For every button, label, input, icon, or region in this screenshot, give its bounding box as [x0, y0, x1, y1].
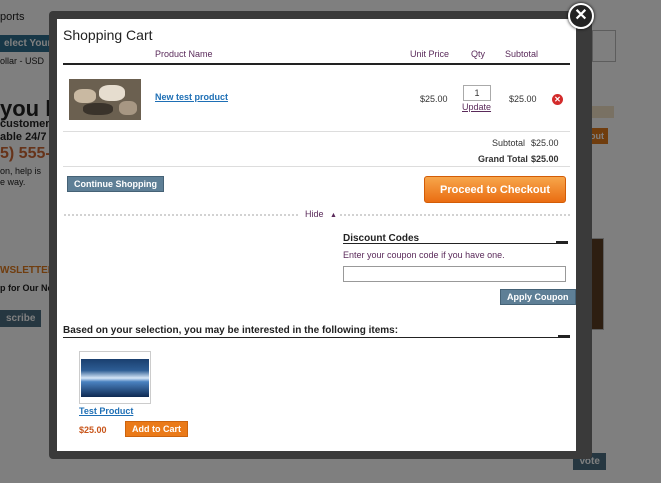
discount-divider-tab	[556, 241, 568, 244]
add-to-cart-button[interactable]: Add to Cart	[125, 421, 188, 437]
upsell-item-name-link[interactable]: Test Product	[79, 406, 133, 416]
upsell-item-price: $25.00	[79, 425, 107, 435]
col-subtotal: Subtotal	[505, 49, 539, 59]
item-divider	[63, 131, 570, 132]
cart-item-subtotal: $25.00	[509, 94, 537, 104]
dotted-divider-right	[339, 213, 570, 217]
subtotal-value: $25.00	[531, 138, 559, 148]
proceed-to-checkout-button[interactable]: Proceed to Checkout	[424, 176, 566, 203]
upsell-item-thumbnail[interactable]	[79, 351, 151, 404]
shopping-cart-modal: Shopping Cart Product Name Unit Price Qt…	[57, 19, 576, 451]
hide-label: Hide	[305, 209, 324, 219]
col-qty: Qty	[471, 49, 486, 59]
discount-instruction: Enter your coupon code if you have one.	[343, 250, 505, 260]
cart-title: Shopping Cart	[63, 27, 153, 43]
subtotal-label: Subtotal	[492, 138, 526, 148]
cart-item-name-link[interactable]: New test product	[155, 92, 228, 102]
cart-item-thumbnail[interactable]	[69, 79, 141, 120]
upsell-title: Based on your selection, you may be inte…	[63, 325, 399, 336]
grand-total-label: Grand Total	[478, 154, 528, 164]
grand-total-value: $25.00	[531, 154, 559, 164]
coupon-code-input[interactable]	[343, 266, 566, 282]
continue-shopping-button[interactable]: Continue Shopping	[67, 176, 164, 192]
remove-item-icon[interactable]: ✕	[552, 94, 563, 105]
upsell-divider-tab	[558, 335, 570, 338]
totals-divider	[63, 166, 570, 167]
header-divider	[63, 63, 570, 65]
hide-toggle[interactable]: Hide ▲	[305, 209, 337, 219]
dotted-divider-left	[63, 213, 299, 217]
cart-item-update-link[interactable]: Update	[462, 102, 491, 112]
apply-coupon-button[interactable]: Apply Coupon	[500, 289, 576, 305]
upsell-divider	[63, 337, 570, 338]
col-product-name: Product Name	[155, 49, 213, 59]
cart-item-qty-input[interactable]: 1	[463, 85, 491, 101]
discount-divider	[343, 243, 567, 244]
close-icon[interactable]: ✕	[568, 3, 594, 29]
caret-up-icon: ▲	[330, 212, 337, 219]
cart-item-unit-price: $25.00	[420, 94, 448, 104]
col-unit-price: Unit Price	[410, 49, 450, 59]
